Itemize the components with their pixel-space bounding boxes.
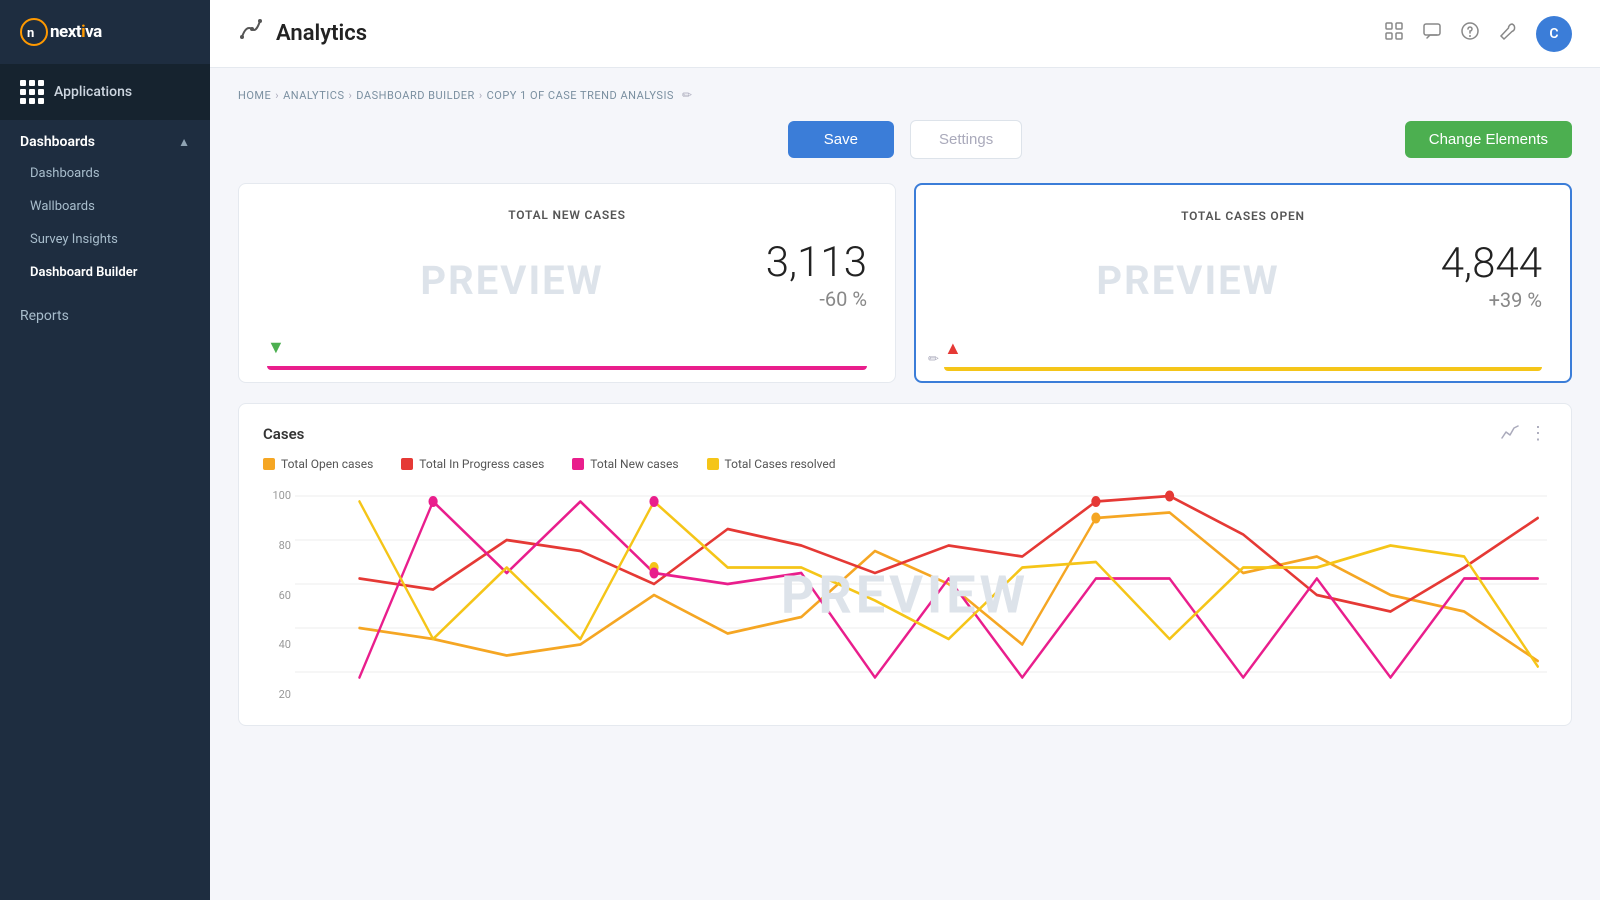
dashboards-section: Dashboards ▲ Dashboards Wallboards Surve… [0,120,210,296]
sidebar-item-reports[interactable]: Reports [0,296,210,336]
y-axis-labels: 100 80 60 40 20 [263,485,295,705]
chart-actions: ⋮ [1501,424,1547,443]
help-icon[interactable] [1460,21,1480,46]
legend-new: Total New cases [572,457,678,471]
sidebar-item-survey-insights[interactable]: Survey Insights [20,224,190,255]
content-area: HOME › ANALYTICS › DASHBOARD BUILDER › C… [210,68,1600,900]
svg-text:n: n [27,26,34,41]
chat-icon[interactable] [1422,21,1442,46]
stat-change-open: +39 % [1441,288,1542,312]
up-arrow-icon: ▲ [944,338,962,359]
chart-svg [295,485,1547,705]
stat-bar-pink [267,366,867,370]
legend-label-resolved: Total Cases resolved [725,457,836,471]
sidebar-item-wallboards[interactable]: Wallboards [20,191,190,222]
wrench-icon[interactable] [1498,21,1518,46]
stat-footer-open: ▲ ✏ [944,328,1542,359]
y-label-20: 20 [263,688,291,701]
dot-new-peak2 [649,496,658,507]
legend-dot-in-progress [401,458,413,470]
chart-title: Cases [263,425,304,443]
logo-dot: i [81,22,85,42]
stat-card-total-new-cases: TOTAL NEW CASES PREVIEW 3,113 -60 % ▼ [238,183,896,383]
legend-dot-open [263,458,275,470]
y-label-40: 40 [263,638,291,651]
logo-icon: n [20,18,48,46]
main-content: Analytics [210,0,1600,900]
save-button[interactable]: Save [788,121,894,158]
sidebar-item-dashboard-builder[interactable]: Dashboard Builder [20,257,190,288]
change-elements-button[interactable]: Change Elements [1405,121,1572,158]
chart-container: 100 80 60 40 20 PREVIEW [263,485,1547,705]
page-title: Analytics [276,21,367,46]
avatar[interactable]: C [1536,16,1572,52]
dot-progress-peak2 [1165,491,1174,502]
sidebar-item-dashboards[interactable]: Dashboards [20,158,190,189]
chevron-up-icon: ▲ [178,135,190,149]
breadcrumb: HOME › ANALYTICS › DASHBOARD BUILDER › C… [238,88,1572,102]
legend-dot-resolved [707,458,719,470]
stat-value-open: 4,844 [1441,239,1542,288]
down-arrow-icon: ▼ [267,337,285,358]
stat-card-title-open: TOTAL CASES OPEN [944,209,1542,223]
topbar-right: C [1384,16,1572,52]
topbar: Analytics [210,0,1600,68]
y-label-100: 100 [263,489,291,502]
dot-new-mid [649,568,658,579]
topbar-left: Analytics [238,17,367,51]
stat-value-new: 3,113 [766,238,867,287]
stat-change-new: -60 % [766,287,867,311]
dot-new-peak [428,496,437,507]
legend-label-new: Total New cases [590,457,678,471]
stat-card-body-open: 4,844 +39 % [944,239,1542,328]
stat-footer-new: ▼ [267,327,867,358]
legend-label-open: Total Open cases [281,457,373,471]
stat-card-title-new: TOTAL NEW CASES [267,208,867,222]
chart-legend: Total Open cases Total In Progress cases… [263,457,1547,471]
breadcrumb-edit-icon[interactable]: ✏ [682,88,693,102]
chart-trend-icon[interactable] [1501,424,1519,443]
apps-grid-icon [20,80,44,104]
settings-button[interactable]: Settings [910,120,1022,159]
breadcrumb-analytics[interactable]: ANALYTICS [283,89,344,102]
legend-dot-new [572,458,584,470]
stat-card-total-cases-open: TOTAL CASES OPEN PREVIEW 4,844 +39 % ▲ ✏ [914,183,1572,383]
applications-menu[interactable]: Applications [0,64,210,120]
chart-header: Cases ⋮ [263,424,1547,443]
analytics-icon [238,17,266,51]
sidebar: n nextiva Applications Dashboards ▲ Dash… [0,0,210,900]
dot-open-peak [1091,513,1100,524]
y-label-80: 80 [263,539,291,552]
legend-label-in-progress: Total In Progress cases [419,457,544,471]
dashboards-section-label: Dashboards [20,134,95,150]
dashboards-section-header[interactable]: Dashboards ▲ [20,134,190,150]
chart-more-icon[interactable]: ⋮ [1529,425,1547,443]
breadcrumb-dashboard-builder[interactable]: DASHBOARD BUILDER [356,89,475,102]
legend-open: Total Open cases [263,457,373,471]
legend-resolved: Total Cases resolved [707,457,836,471]
stat-bar-yellow [944,367,1542,371]
chart-card: Cases ⋮ Total Open cases [238,403,1572,726]
breadcrumb-home[interactable]: HOME [238,89,271,102]
grid-icon[interactable] [1384,21,1404,46]
y-label-60: 60 [263,589,291,602]
stat-edit-pencil-icon[interactable]: ✏ [928,352,939,367]
stat-card-body-new: 3,113 -60 % [267,238,867,327]
logo-text: nextiva [50,22,102,42]
applications-label: Applications [54,84,132,100]
breadcrumb-current[interactable]: COPY 1 OF CASE TREND ANALYSIS [487,89,674,102]
logo: n nextiva [0,0,210,64]
action-bar: Save Settings Change Elements [238,120,1572,159]
stat-cards: TOTAL NEW CASES PREVIEW 3,113 -60 % ▼ TO… [238,183,1572,383]
dot-progress-peak [1091,496,1100,507]
legend-in-progress: Total In Progress cases [401,457,544,471]
